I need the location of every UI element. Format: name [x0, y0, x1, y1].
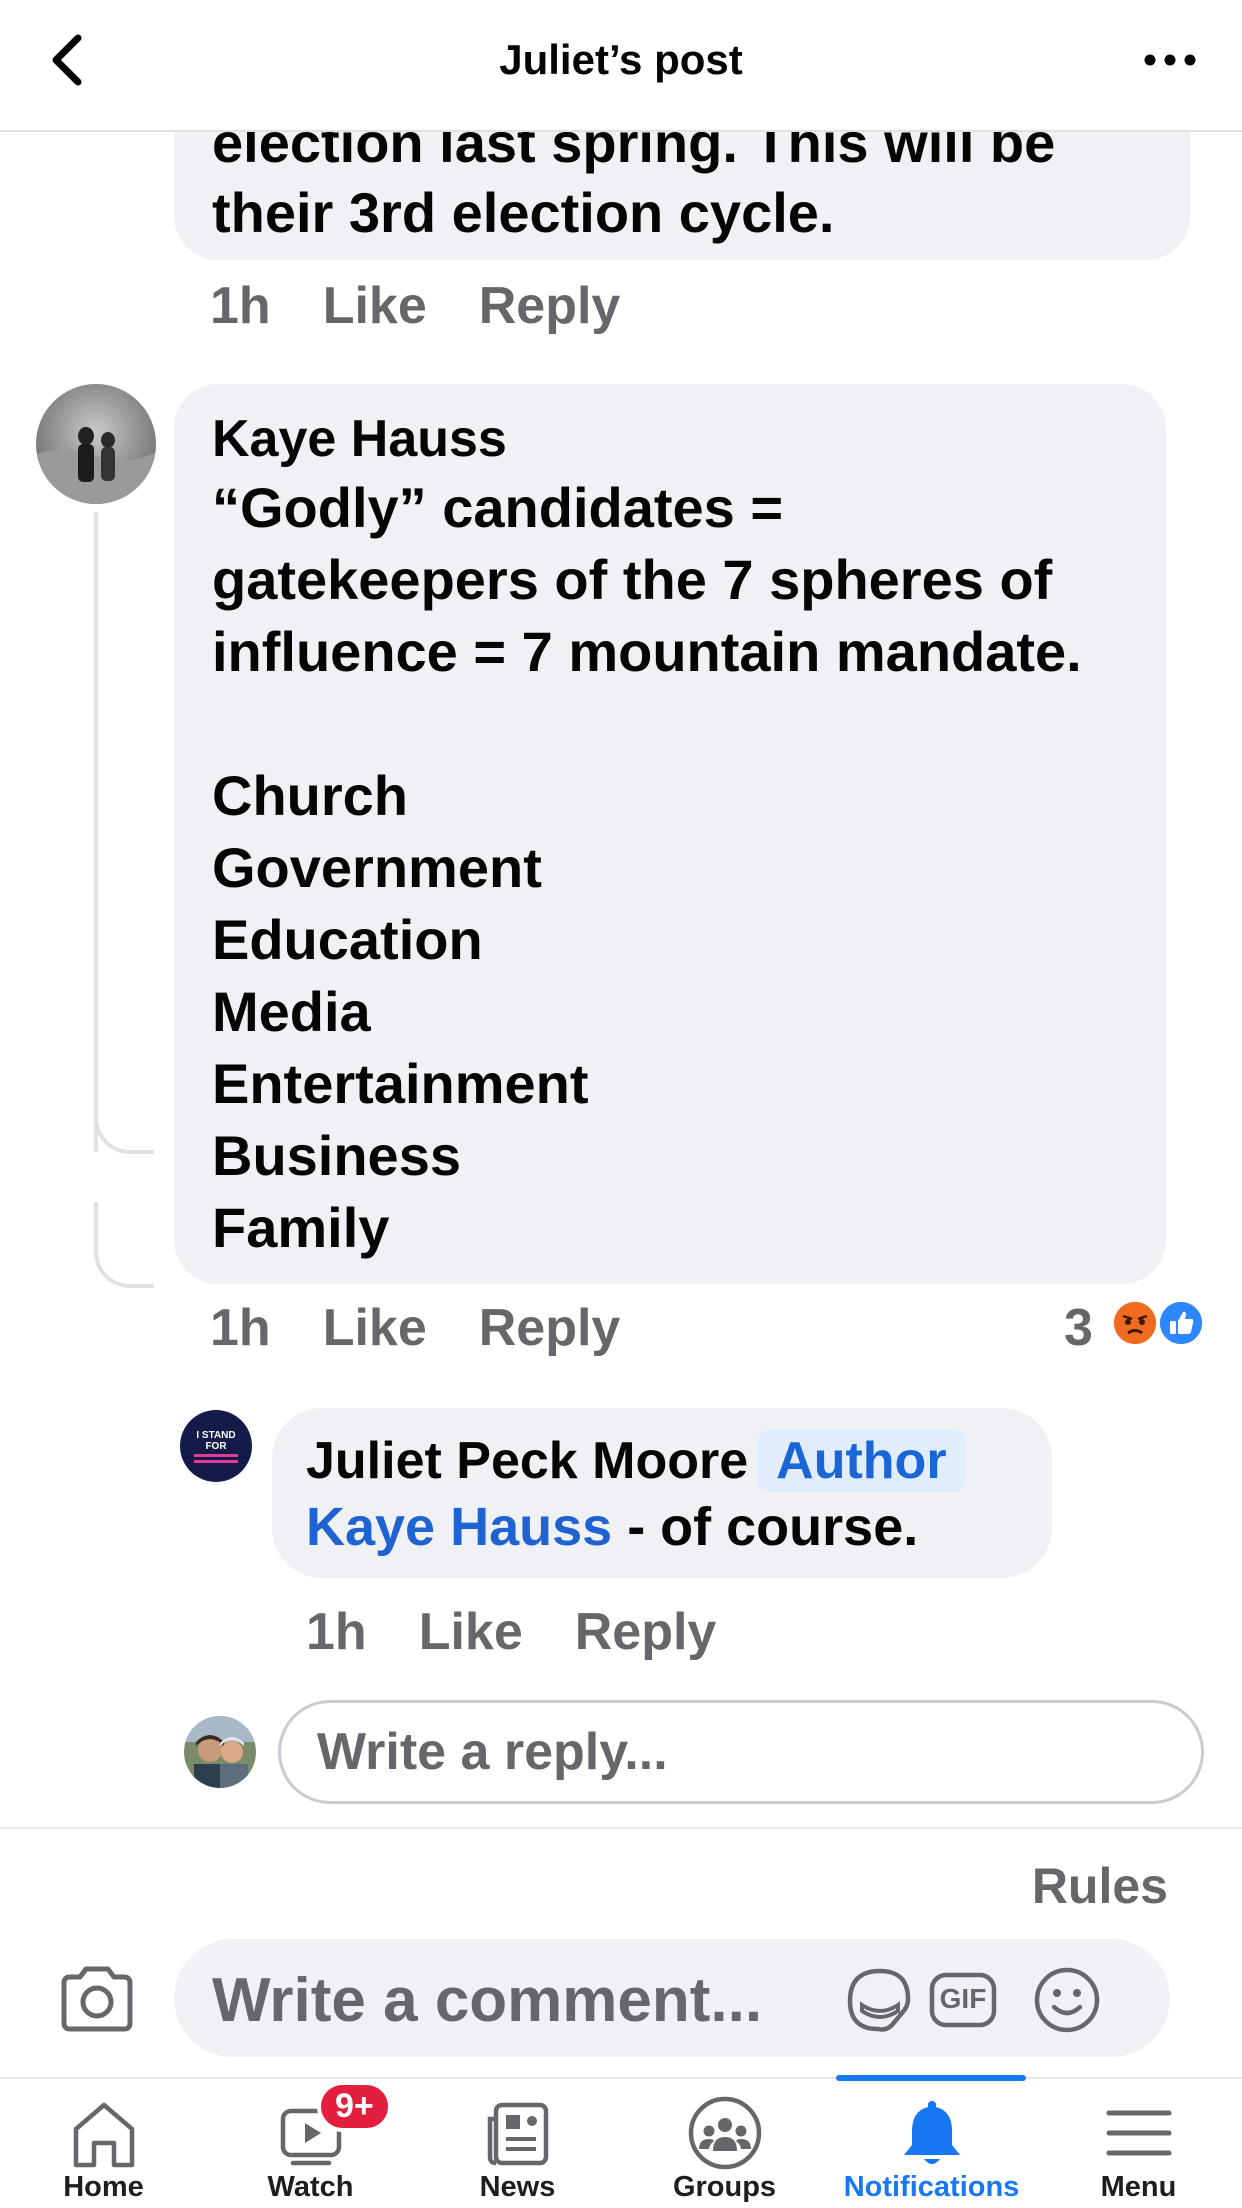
gif-label: GIF [939, 1983, 987, 2014]
reply-button[interactable]: Reply [575, 1602, 717, 1662]
page-title: Juliet’s post [499, 36, 743, 83]
thread-line [94, 512, 98, 1152]
camera-button[interactable] [58, 1965, 136, 2033]
author-badge: Author [758, 1430, 965, 1492]
camera-icon [61, 1966, 133, 2032]
comment-time: 1h [306, 1603, 367, 1661]
avatar-current-user [184, 1716, 256, 1788]
tab-label: News [479, 2171, 556, 2203]
thread-connector [94, 1202, 154, 1288]
tab-label: Menu [1100, 2171, 1177, 2203]
comment-text-line: influence = 7 mountain mandate. [212, 620, 1082, 683]
comment-text-line [212, 688, 1082, 760]
avatar-juliet-peck-moore[interactable]: I STAND FOR [180, 1410, 252, 1482]
sticker-button[interactable] [842, 1963, 916, 2037]
reply-button[interactable]: Reply [479, 276, 621, 336]
comment-text: - of course. [612, 1497, 919, 1557]
comment-author[interactable]: Juliet Peck Moore [306, 1432, 748, 1490]
tab-watch[interactable]: 9+ Watch [207, 2079, 414, 2208]
news-icon [487, 2102, 548, 2166]
reaction-count: 3 [1064, 1299, 1093, 1357]
avatar-logo-text: I STAND FOR [196, 1430, 236, 1452]
like-button[interactable]: Like [419, 1602, 523, 1662]
angry-reaction-icon [1110, 1298, 1160, 1348]
mention-link[interactable]: Kaye Hauss [306, 1497, 612, 1557]
comment-time: 1h [210, 277, 271, 335]
emoji-button[interactable] [1030, 1963, 1104, 2037]
tab-notifications[interactable]: Notifications [828, 2079, 1035, 2208]
tab-home[interactable]: Home [0, 2079, 207, 2208]
comment-text-line: gatekeepers of the 7 spheres of [212, 548, 1053, 611]
comments-scroll-area[interactable]: election last spring. This will be their… [0, 132, 1242, 1827]
comment-text-line: Church [212, 764, 408, 827]
comment-text-line: Government [212, 836, 542, 899]
comment-author[interactable]: Kaye Hauss [212, 406, 1082, 472]
comment-text-line: Family [212, 1196, 390, 1259]
comment-text-line: their 3rd election cycle. [212, 181, 835, 244]
comment-input[interactable]: Write a comment... GIF [174, 1939, 1170, 2057]
comment-text-line: Business [212, 1124, 461, 1187]
bottom-tab-bar: Home 9+ Watch News Groups Notifications … [0, 2075, 1242, 2208]
tab-label: Home [63, 2171, 144, 2203]
comment-bubble-previous: election last spring. This will be their… [174, 132, 1190, 260]
like-reaction-icon [1156, 1298, 1206, 1348]
emoji-icon [1034, 1967, 1100, 2033]
tab-label: Notifications [843, 2171, 1020, 2203]
tab-news[interactable]: News [414, 2079, 621, 2208]
comment-text-line: Entertainment [212, 1052, 589, 1115]
tab-groups[interactable]: Groups [621, 2079, 828, 2208]
comment-meta-kaye: 1h Like Reply [210, 1298, 620, 1358]
bell-icon [903, 2101, 960, 2164]
more-options-button[interactable] [1140, 40, 1200, 80]
reply-placeholder: Write a reply... [317, 1723, 668, 1781]
avatar-photo [184, 1716, 256, 1788]
comment-text-line: Education [212, 908, 483, 971]
rules-link[interactable]: Rules [1032, 1857, 1168, 1915]
menu-icon [1106, 2110, 1171, 2156]
notification-badge: 9+ [317, 2081, 392, 2132]
groups-icon [688, 2096, 761, 2170]
like-button[interactable]: Like [323, 1298, 427, 1358]
like-button[interactable]: Like [323, 276, 427, 336]
reply-input[interactable]: Write a reply... [278, 1700, 1204, 1804]
thread-connector [94, 1092, 154, 1154]
comment-text-line: “Godly” candidates = [212, 476, 784, 539]
comment-meta-juliet: 1h Like Reply [306, 1602, 716, 1662]
reply-button[interactable]: Reply [479, 1298, 621, 1358]
home-icon [73, 2102, 134, 2168]
reactions-summary[interactable]: 3 [1060, 1298, 1210, 1358]
gif-button[interactable]: GIF [926, 1963, 1000, 2037]
top-bar: Juliet’s post [0, 0, 1242, 132]
sticker-icon [847, 1968, 911, 2032]
comment-meta-previous: 1h Like Reply [210, 276, 620, 336]
avatar-kaye-hauss[interactable] [36, 384, 156, 504]
tab-label: Groups [672, 2171, 777, 2203]
tab-label: Watch [267, 2171, 354, 2203]
comment-composer: Rules Write a comment... GIF [0, 1827, 1242, 2077]
comment-time: 1h [210, 1299, 271, 1357]
avatar-photo [36, 384, 156, 504]
comment-text-line: Media [212, 980, 371, 1043]
comment-bubble-kaye[interactable]: Kaye Hauss “Godly” candidates = gatekeep… [174, 384, 1166, 1284]
comment-text-line: election last spring. This will be [212, 132, 1056, 174]
tab-menu[interactable]: Menu [1035, 2079, 1242, 2208]
comment-placeholder: Write a comment... [212, 1966, 763, 2035]
comment-bubble-juliet[interactable]: Juliet Peck Moore Author Kaye Hauss - of … [272, 1408, 1052, 1578]
more-dots-icon [1144, 54, 1196, 66]
